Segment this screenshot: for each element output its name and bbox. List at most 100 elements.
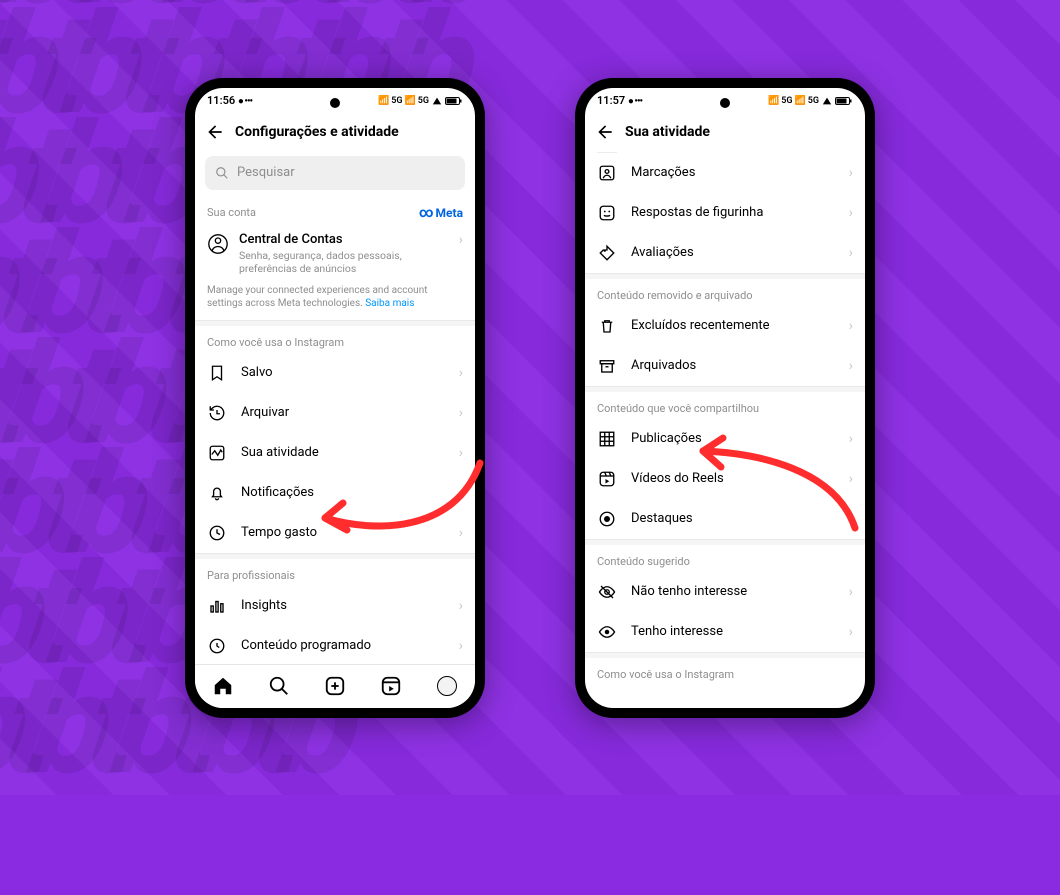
row-scheduled-content[interactable]: Conteúdo programado › [195, 626, 475, 664]
row-label: Notificações [241, 485, 445, 500]
status-time: 11:57 [597, 94, 625, 107]
nav-home-icon[interactable] [212, 675, 234, 697]
status-net-2: 5G [418, 96, 429, 106]
tag-person-icon [597, 163, 617, 183]
section-your-account: Sua conta [207, 206, 256, 219]
chevron-right-icon: › [849, 584, 853, 600]
learn-more-link[interactable]: Saiba mais [365, 298, 414, 309]
scheduled-icon [207, 636, 227, 656]
search-placeholder: Pesquisar [237, 165, 295, 180]
reels-icon [597, 469, 617, 489]
row-saved[interactable]: Salvo › [195, 353, 475, 393]
row-label: Arquivar [241, 405, 445, 420]
row-label: Salvo [241, 365, 445, 380]
row-posts[interactable]: Publicações › [585, 419, 865, 459]
row-label: Sua atividade [241, 445, 445, 460]
row-notifications[interactable]: Notificações › [195, 473, 475, 513]
sticker-icon [597, 203, 617, 223]
row-label: Não tenho interesse [631, 584, 835, 599]
row-archived[interactable]: Arquivados › [585, 346, 865, 386]
row-label: Publicações [631, 431, 835, 446]
chevron-right-icon: › [849, 318, 853, 334]
row-label: Insights [241, 598, 445, 613]
row-your-activity[interactable]: Sua atividade › [195, 433, 475, 473]
eye-icon [597, 622, 617, 642]
section-professionals: Para profissionais [207, 569, 295, 582]
chevron-right-icon: › [849, 205, 853, 221]
eye-off-icon [597, 582, 617, 602]
bell-icon [207, 483, 227, 503]
camera-cutout [330, 98, 340, 108]
row-archive[interactable]: Arquivar › [195, 393, 475, 433]
status-net-2: 5G [808, 96, 819, 106]
row-time-spent[interactable]: Tempo gasto › [195, 513, 475, 553]
bookmark-icon [207, 363, 227, 383]
trash-icon [597, 316, 617, 336]
accounts-center-title: Central de Contas [239, 232, 449, 247]
activity-icon [207, 443, 227, 463]
row-label: Marcações [631, 165, 835, 180]
back-button[interactable] [205, 122, 225, 142]
row-not-interested[interactable]: Não tenho interesse › [585, 572, 865, 612]
bars-icon [207, 596, 227, 616]
row-recently-deleted[interactable]: Excluídos recentemente › [585, 306, 865, 346]
row-interested[interactable]: Tenho interesse › [585, 612, 865, 652]
row-tags[interactable]: Marcações › [585, 153, 865, 193]
chevron-right-icon: › [849, 245, 853, 261]
chevron-right-icon: › [459, 525, 463, 541]
status-net-1: 5G [391, 96, 402, 106]
row-reels-videos[interactable]: Vídeos do Reels › [585, 459, 865, 499]
chevron-right-icon: › [459, 598, 463, 614]
row-reviews[interactable]: Avaliações › [585, 233, 865, 273]
chevron-right-icon: › [849, 358, 853, 374]
row-label: Conteúdo programado [241, 638, 445, 653]
clock-icon [207, 523, 227, 543]
search-input[interactable]: Pesquisar [205, 156, 465, 190]
row-label: Tempo gasto [241, 525, 445, 540]
phone-left: 11:56 ● ••• 📶 5G 📶 5G Configurações e at… [185, 78, 485, 718]
accounts-center-icon [207, 232, 229, 254]
status-net-1: 5G [781, 96, 792, 106]
chevron-right-icon: › [459, 445, 463, 461]
row-label: Excluídos recentemente [631, 318, 835, 333]
page-title: Configurações e atividade [235, 124, 399, 140]
search-icon [215, 166, 229, 180]
section-shared: Conteúdo que você compartilhou [597, 402, 759, 415]
meta-logo: ∞Meta [419, 206, 463, 220]
chevron-right-icon: › [849, 431, 853, 447]
camera-cutout [720, 98, 730, 108]
row-label: Destaques [631, 511, 835, 526]
highlight-icon [597, 509, 617, 529]
row-label: Arquivados [631, 358, 835, 373]
row-label: Tenho interesse [631, 624, 835, 639]
accounts-center-row[interactable]: Central de Contas Senha, segurança, dado… [195, 226, 475, 284]
back-button[interactable] [595, 122, 615, 142]
chevron-right-icon: › [849, 511, 853, 527]
row-highlights[interactable]: Destaques › [585, 499, 865, 539]
page-title: Sua atividade [625, 124, 710, 140]
chevron-right-icon: › [849, 471, 853, 487]
chevron-right-icon: › [459, 232, 463, 248]
bottom-nav [195, 664, 475, 708]
chevron-right-icon: › [459, 485, 463, 501]
chevron-right-icon: › [849, 165, 853, 181]
phone-right: 11:57 ● ••• 📶 5G 📶 5G Sua atividade [575, 78, 875, 718]
status-time: 11:56 [207, 94, 235, 107]
nav-reels-icon[interactable] [380, 675, 402, 697]
nav-create-icon[interactable] [324, 675, 346, 697]
chevron-right-icon: › [459, 365, 463, 381]
nav-search-icon[interactable] [268, 675, 290, 697]
row-sticker-replies[interactable]: Respostas de figurinha › [585, 193, 865, 233]
archive-icon [597, 356, 617, 376]
row-label: Avaliações [631, 245, 835, 260]
nav-profile-icon[interactable] [436, 675, 458, 697]
chevron-right-icon: › [459, 638, 463, 654]
accounts-center-subtitle: Senha, segurança, dados pessoais, prefer… [239, 249, 449, 276]
history-icon [207, 403, 227, 423]
chevron-right-icon: › [849, 624, 853, 640]
row-insights[interactable]: Insights › [195, 586, 475, 626]
chevron-right-icon: › [459, 405, 463, 421]
row-label: Respostas de figurinha [631, 205, 835, 220]
section-suggested: Conteúdo sugerido [597, 555, 690, 568]
section-usage-footer: Como você usa o Instagram [597, 668, 734, 681]
